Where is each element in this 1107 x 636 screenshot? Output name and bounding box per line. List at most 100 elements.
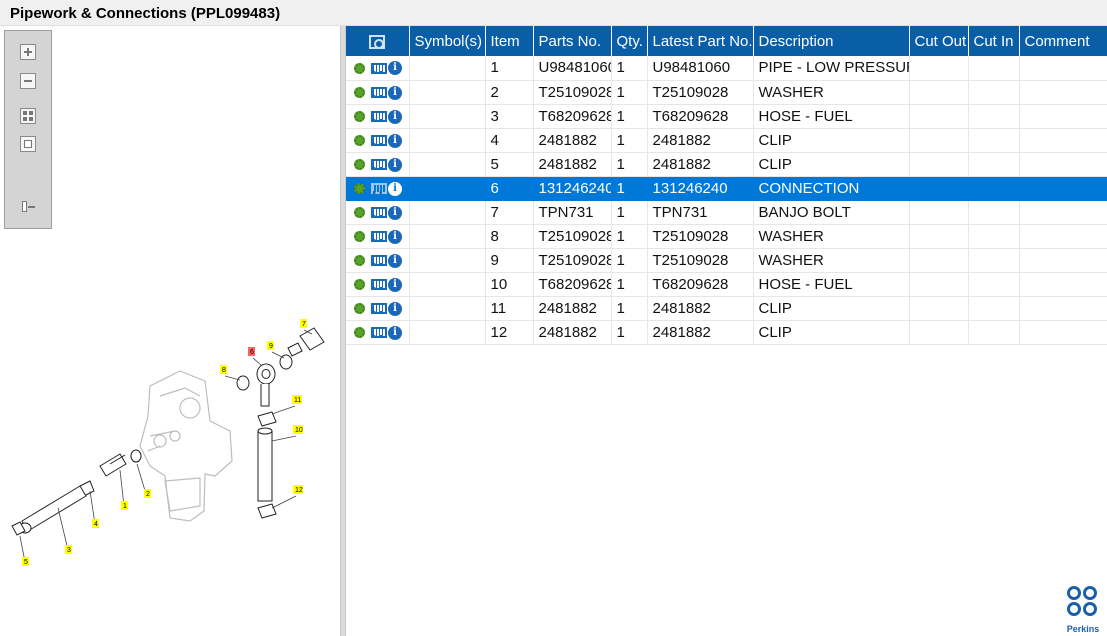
cart-icon[interactable] (369, 279, 387, 291)
cell-latest: TPN731 (647, 200, 754, 225)
fit-all-button[interactable] (16, 105, 40, 127)
cell-qty: 1 (611, 80, 648, 105)
exploded-parts-diagram[interactable]: 7 9 6 8 11 10 2 12 1 4 3 5 (0, 296, 340, 606)
info-icon[interactable]: i (388, 253, 402, 268)
info-icon[interactable]: i (388, 229, 402, 244)
gear-icon[interactable] (354, 255, 365, 267)
table-row[interactable]: i 3 T68209628 1 T68209628 HOSE - FUEL (346, 104, 1107, 129)
table-row[interactable]: i 5 2481882 1 2481882 CLIP (346, 152, 1107, 177)
cart-icon[interactable] (369, 207, 387, 219)
cell-parts-no: T68209628 (533, 272, 612, 297)
column-header-qty[interactable]: Qty. (611, 26, 648, 56)
cell-qty: 1 (611, 200, 648, 225)
zoom-in-button[interactable] (16, 41, 40, 63)
window-title-bar: Pipework & Connections (PPL099483) (0, 0, 1107, 26)
column-header-cut-out[interactable]: Cut Out (909, 26, 969, 56)
table-row[interactable]: i 4 2481882 1 2481882 CLIP (346, 128, 1107, 153)
cart-icon[interactable] (369, 231, 387, 243)
gear-icon[interactable] (354, 207, 365, 219)
callout-5[interactable]: 5 (22, 557, 29, 566)
cell-description: PIPE - LOW PRESSURE (753, 56, 910, 81)
cart-icon[interactable] (369, 255, 387, 267)
info-icon[interactable]: i (388, 157, 402, 172)
cell-cut-in (968, 104, 1020, 129)
callout-2[interactable]: 2 (144, 489, 151, 498)
column-header-latest-part-no[interactable]: Latest Part No. (647, 26, 754, 56)
gear-icon[interactable] (354, 111, 365, 123)
callout-9[interactable]: 9 (267, 341, 274, 350)
cell-description: HOSE - FUEL (753, 272, 910, 297)
column-header-cut-in[interactable]: Cut In (968, 26, 1020, 56)
table-row[interactable]: i 7 TPN731 1 TPN731 BANJO BOLT (346, 200, 1107, 225)
info-icon[interactable]: i (388, 205, 402, 220)
callout-12[interactable]: 12 (293, 485, 303, 494)
export-button[interactable] (16, 195, 40, 217)
gear-icon[interactable] (354, 303, 365, 315)
callout-8[interactable]: 8 (220, 365, 227, 374)
cell-comment (1019, 248, 1107, 273)
cell-cut-out (909, 128, 969, 153)
zoom-out-button[interactable] (16, 70, 40, 92)
column-header-actions[interactable] (346, 26, 410, 56)
info-icon[interactable]: i (388, 133, 402, 148)
info-icon[interactable]: i (388, 325, 402, 340)
cart-icon[interactable] (369, 135, 387, 147)
svg-text:5: 5 (24, 559, 28, 566)
callout-4[interactable]: 4 (92, 519, 99, 528)
info-icon[interactable]: i (388, 301, 402, 316)
cell-latest: 2481882 (647, 128, 754, 153)
info-icon[interactable]: i (388, 181, 402, 196)
table-row[interactable]: i 10 T68209628 1 T68209628 HOSE - FUEL (346, 272, 1107, 297)
gear-icon[interactable] (354, 62, 365, 74)
cell-cut-in (968, 200, 1020, 225)
info-icon[interactable]: i (388, 277, 402, 292)
callout-10[interactable]: 10 (293, 425, 303, 434)
gear-icon[interactable] (354, 183, 365, 195)
cell-parts-no: 2481882 (533, 128, 612, 153)
cell-symbols (409, 320, 486, 345)
table-row[interactable]: i 8 T25109028 1 T25109028 WASHER (346, 224, 1107, 249)
column-header-comment[interactable]: Comment (1019, 26, 1107, 56)
cart-icon[interactable] (369, 327, 387, 339)
column-header-parts-no[interactable]: Parts No. (533, 26, 612, 56)
column-header-description[interactable]: Description (753, 26, 910, 56)
table-row[interactable]: i 9 T25109028 1 T25109028 WASHER (346, 248, 1107, 273)
callout-7[interactable]: 7 (300, 319, 307, 328)
cell-description: CLIP (753, 152, 910, 177)
cart-icon[interactable] (369, 111, 387, 123)
fit-selected-button[interactable] (16, 133, 40, 155)
callout-3[interactable]: 3 (65, 545, 72, 554)
gear-icon[interactable] (354, 279, 365, 291)
info-icon[interactable]: i (388, 109, 402, 124)
table-row[interactable]: i 6 131246240 1 131246240 CONNECTION (346, 176, 1107, 201)
column-header-item[interactable]: Item (485, 26, 534, 56)
info-icon[interactable]: i (388, 85, 402, 100)
cell-qty: 1 (611, 296, 648, 321)
cart-icon[interactable] (369, 87, 387, 99)
gear-icon[interactable] (354, 327, 365, 339)
gear-icon[interactable] (354, 135, 365, 147)
callout-1[interactable]: 1 (121, 501, 128, 510)
cart-icon[interactable] (369, 159, 387, 171)
info-icon[interactable]: i (388, 61, 402, 76)
table-row[interactable]: i 2 T25109028 1 T25109028 WASHER (346, 80, 1107, 105)
cell-description: BANJO BOLT (753, 200, 910, 225)
callout-6[interactable]: 6 (248, 347, 255, 356)
table-row[interactable]: i 12 2481882 1 2481882 CLIP (346, 320, 1107, 345)
cell-description: WASHER (753, 248, 910, 273)
diagram-panel[interactable]: 7 9 6 8 11 10 2 12 1 4 3 5 (0, 26, 340, 636)
table-row[interactable]: i1U984810601U98481060PIPE - LOW PRESSURE (346, 56, 1107, 81)
table-row[interactable]: i 11 2481882 1 2481882 CLIP (346, 296, 1107, 321)
cell-cut-out (909, 248, 969, 273)
cart-icon[interactable] (369, 62, 387, 74)
cell-cut-out (909, 272, 969, 297)
gear-icon[interactable] (354, 87, 365, 99)
gear-icon[interactable] (354, 231, 365, 243)
cart-icon[interactable] (369, 183, 387, 195)
callout-11[interactable]: 11 (292, 395, 302, 404)
cell-latest: 2481882 (647, 296, 754, 321)
svg-text:10: 10 (295, 427, 303, 434)
gear-icon[interactable] (354, 159, 365, 171)
cart-icon[interactable] (369, 303, 387, 315)
column-header-symbols[interactable]: Symbol(s) (409, 26, 486, 56)
